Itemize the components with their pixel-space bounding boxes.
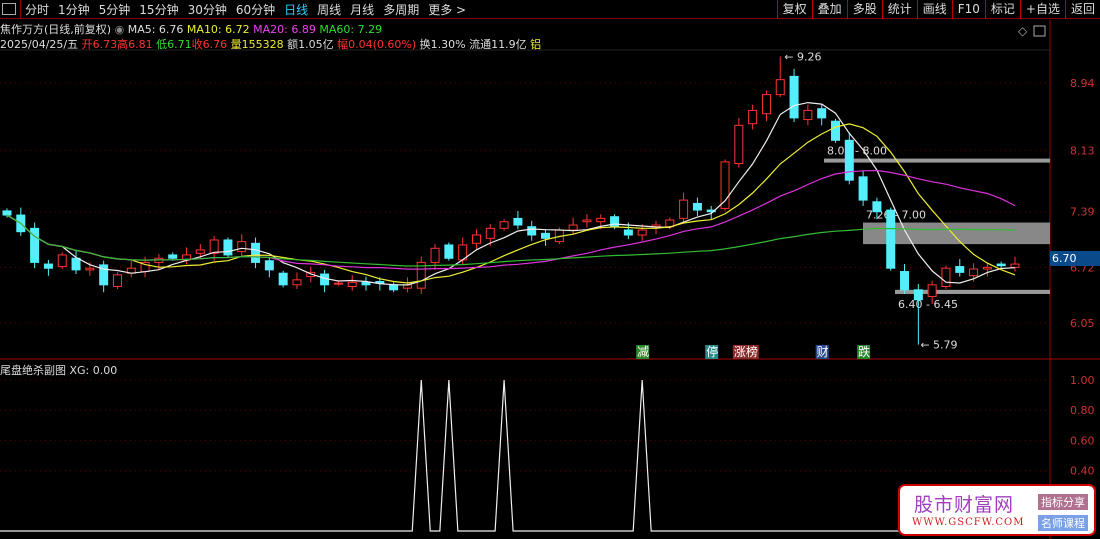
candle-up [209,239,219,254]
min-price-label: ← 5.79 [920,339,957,352]
candle-up [803,109,813,121]
layout-icon [1033,25,1046,37]
xg-signal-line [0,379,1050,532]
zone-label: 8.03 - 8.00 [827,145,887,158]
candle-down [610,216,620,228]
candle-down [278,272,288,286]
candle-down [817,108,827,119]
candle-up [292,279,302,286]
candle-up [430,247,440,263]
candle-down [955,266,965,273]
price-tick: 6.05 [1070,317,1095,330]
candle-up [347,281,357,287]
diamond-icon: ◇ [1018,24,1028,38]
event-label: 涨榜 [734,344,758,359]
candle-up [57,254,67,268]
indicator-title: 尾盘绝杀副图 XG: 0.00 [0,364,118,377]
candle-down [251,242,261,263]
indicator-tick: 0.60 [1070,434,1095,447]
candle-up [568,224,578,231]
candle-up [941,267,951,287]
candle-up [112,274,122,287]
candle-up [927,284,937,297]
candle-down [2,210,12,216]
candle-down [223,239,233,256]
candle-down [623,229,633,236]
price-tick: 8.13 [1070,144,1095,157]
candle-up [679,199,689,219]
candle-up [485,227,495,239]
candle-down [844,139,854,181]
watermark-logo: 股市财富网 WWW.GSCFW.COM 指标分享 名师课程 [898,484,1096,536]
candle-up [969,268,979,277]
candle-down [71,257,81,271]
candle-up [775,79,785,96]
candle-up [582,219,592,223]
candle-down [996,263,1006,267]
max-price-label: ← 9.26 [784,50,821,63]
candle-down [264,260,274,271]
event-label: 财 [817,345,829,359]
candle-down [361,281,371,286]
logo-url: WWW.GSCFW.COM [912,517,1025,528]
candle-up [237,241,247,253]
kline-chart[interactable]: ◇8.948.137.396.726.056.708.03 - 8.007.26… [0,0,1100,539]
candle-down [913,289,923,301]
candle-up [734,124,744,165]
price-tick: 7.39 [1070,206,1095,219]
candle-down [692,202,702,211]
candle-down [789,75,799,119]
zone-label: 6.40 - 6.45 [898,298,958,311]
candle-up [85,267,95,271]
candle-down [168,254,178,259]
candle-up [1010,263,1020,268]
logo-tag-1: 指标分享 [1038,494,1088,510]
candle-up [761,94,771,115]
candle-up [748,109,758,125]
indicator-tick: 1.00 [1070,374,1095,387]
candle-up [499,221,509,229]
candle-up [596,217,606,223]
candle-up [637,229,647,236]
candle-down [43,263,53,269]
candle-up [982,266,992,270]
event-label: 跌 [858,344,870,359]
candle-up [471,234,481,244]
event-label: 停 [706,344,718,359]
candle-down [513,217,523,226]
candle-down [858,176,868,201]
indicator-tick: 0.80 [1070,404,1095,417]
candle-up [195,249,205,254]
price-tick: 8.94 [1070,77,1095,90]
candle-down [900,271,910,291]
candle-down [389,284,399,291]
event-label: 减 [637,345,649,359]
candle-down [444,244,454,259]
indicator-tick: 0.40 [1070,465,1095,478]
candle-down [541,232,551,239]
candle-down [872,201,882,213]
current-price: 6.70 [1052,252,1077,265]
logo-tag-2: 名师课程 [1038,515,1088,531]
candle-down [886,209,896,269]
candle-down [830,120,840,141]
logo-name: 股市财富网 [914,494,1015,516]
support-zone [824,158,1050,163]
candle-down [527,226,537,236]
candle-up [333,282,343,285]
